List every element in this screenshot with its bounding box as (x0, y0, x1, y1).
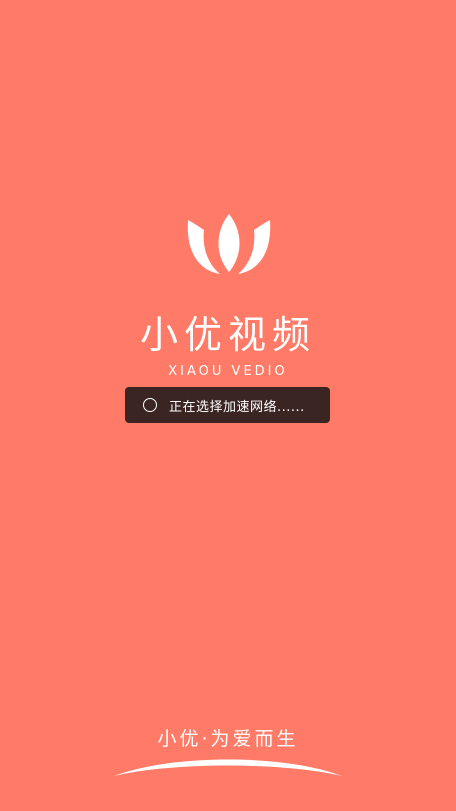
app-name: 小优视频 (139, 313, 316, 357)
splash-screen: 小优视频 XIAOU VEDIO 正在选择加速网络...... 小优·为爱而生 (0, 0, 456, 811)
decorative-arc (114, 759, 342, 776)
lotus-logo-icon (187, 214, 271, 274)
app-name-english: XIAOU VEDIO (168, 364, 288, 379)
slogan: 小优·为爱而生 (157, 728, 299, 750)
loading-spinner-icon (143, 398, 157, 412)
toast-message: 正在选择加速网络...... (169, 399, 305, 415)
loading-toast: 正在选择加速网络...... (125, 387, 330, 423)
